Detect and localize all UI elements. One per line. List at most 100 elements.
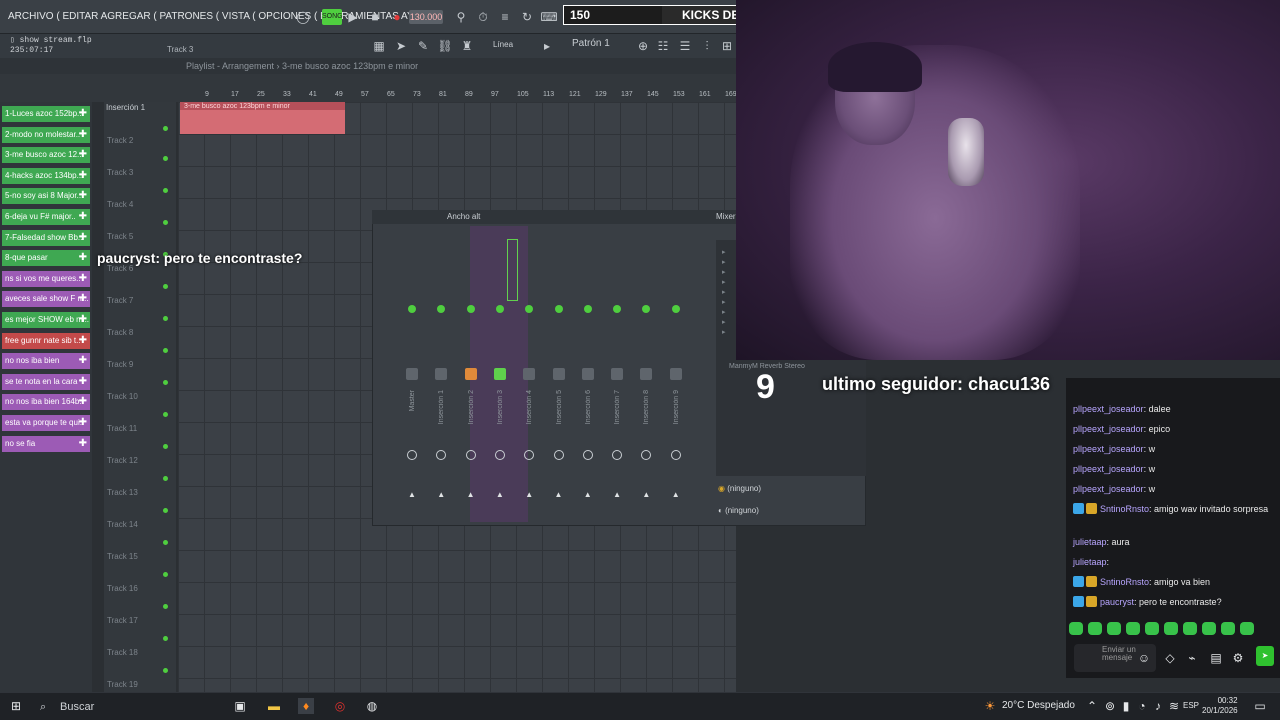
route-arrow-icon[interactable]: ▲: [437, 490, 445, 499]
fx-slot-arrow-icon[interactable]: ▸: [722, 328, 726, 336]
fx-slot-arrow-icon[interactable]: ▸: [722, 288, 726, 296]
mixer-strip[interactable]: Inserción 4 ▲: [517, 240, 543, 520]
track-mute-led[interactable]: [163, 316, 168, 321]
move-icon[interactable]: ✚: [79, 312, 87, 328]
play-icon[interactable]: ▶: [344, 9, 362, 25]
pattern-selector[interactable]: Patrón 1: [572, 38, 610, 49]
track-header[interactable]: Track 18: [107, 648, 138, 657]
fx-slot-arrow-icon[interactable]: ▸: [722, 248, 726, 256]
volume-fader[interactable]: [611, 368, 624, 380]
mixer-width-toggle[interactable]: Ancho alt: [447, 212, 480, 221]
track-header[interactable]: Track 11: [107, 424, 137, 433]
mixer-strip[interactable]: Inserción 7 ▲: [605, 240, 631, 520]
move-icon[interactable]: ✚: [79, 127, 87, 143]
move-icon[interactable]: ✚: [79, 209, 87, 225]
record-icon[interactable]: ●: [388, 9, 406, 25]
track-mute-led[interactable]: [163, 444, 168, 449]
pattern-item[interactable]: 5-no soy asi 8 Major.. ✚: [2, 188, 90, 205]
move-icon[interactable]: ✚: [79, 415, 87, 431]
route-arrow-icon[interactable]: ▲: [672, 490, 680, 499]
mixer-strip[interactable]: Inserción 8 ▲: [634, 240, 660, 520]
track-mute-led[interactable]: [163, 284, 168, 289]
fx-slot-arrow-icon[interactable]: ▸: [722, 318, 726, 326]
obs-icon[interactable]: ◍: [364, 698, 380, 714]
track-header[interactable]: Track 4: [107, 200, 133, 209]
track-header[interactable]: Track 13: [107, 488, 138, 497]
fl-studio-icon[interactable]: ♦: [298, 698, 314, 714]
route-arrow-icon[interactable]: ▲: [467, 490, 475, 499]
emote[interactable]: [1107, 622, 1121, 635]
stop-icon[interactable]: ■: [366, 9, 384, 25]
bits-icon[interactable]: ◇: [1162, 650, 1178, 666]
stereo-ring[interactable]: [524, 450, 535, 460]
track-mute-led[interactable]: [163, 412, 168, 417]
pattern-item[interactable]: se te nota en la cara ✚: [2, 373, 90, 390]
pattern-item[interactable]: no nos iba bien 164b.. ✚: [2, 394, 90, 411]
volume-fader[interactable]: [523, 368, 536, 380]
pattern-item[interactable]: 1-Luces azoc 152bp... ✚: [2, 106, 90, 122]
track-mute-led[interactable]: [163, 220, 168, 225]
emote[interactable]: [1183, 622, 1197, 635]
chat-username[interactable]: SntinoRnsto: [1100, 504, 1149, 514]
pattern-item[interactable]: ns si vos me queres.. ✚: [2, 270, 90, 287]
track-mute-led[interactable]: [163, 668, 168, 673]
pan-knob[interactable]: [671, 305, 680, 313]
move-icon[interactable]: ✚: [79, 436, 87, 452]
pan-knob[interactable]: [525, 305, 534, 313]
move-icon[interactable]: ✚: [79, 106, 87, 122]
move-icon[interactable]: ✚: [79, 291, 87, 307]
emote[interactable]: [1164, 622, 1178, 635]
chat-username[interactable]: SntinoRnsto: [1100, 577, 1149, 587]
mixer-strip[interactable]: Inserción 2 ▲: [459, 240, 485, 520]
tempo-display[interactable]: 130.000: [409, 10, 443, 24]
send-button[interactable]: ➤: [1256, 646, 1274, 666]
route-arrow-icon[interactable]: ▲: [408, 490, 416, 499]
route-arrow-icon[interactable]: ▲: [584, 490, 592, 499]
stereo-ring[interactable]: [407, 450, 417, 460]
wait-icon[interactable]: ⏱: [474, 9, 492, 25]
tray-app-icon[interactable]: ⊚: [1102, 698, 1118, 714]
volume-fader[interactable]: [435, 368, 448, 380]
pattern-item[interactable]: esta va porque te qui.. ✚: [2, 415, 90, 431]
recorder-icon[interactable]: ◎: [332, 698, 348, 714]
track-header[interactable]: Track 14: [107, 520, 138, 529]
pattern-item[interactable]: 4-hacks azoc 134bp... ✚: [2, 167, 90, 184]
move-icon[interactable]: ✚: [79, 374, 87, 390]
route-arrow-icon[interactable]: ▲: [496, 490, 504, 499]
pattern-item[interactable]: no nos iba bien ✚: [2, 353, 90, 370]
volume-icon[interactable]: ♪: [1150, 698, 1166, 714]
track-mute-led[interactable]: [163, 636, 168, 641]
pan-knob[interactable]: [583, 305, 592, 313]
track-1-header[interactable]: Inserción 1: [106, 103, 145, 112]
track-header[interactable]: Track 19: [107, 680, 138, 689]
pattern-item[interactable]: 8-que pasar ✚: [2, 250, 90, 267]
emote[interactable]: [1145, 622, 1159, 635]
track-mute-led[interactable]: [163, 126, 168, 131]
mixer-strip[interactable]: Inserción 1 ▲: [429, 240, 455, 520]
stereo-ring[interactable]: [670, 450, 681, 460]
taskbar-search[interactable]: ⌕ Buscar: [36, 697, 221, 717]
chat-username[interactable]: julietaap: [1073, 537, 1107, 547]
loop-icon[interactable]: ↻: [518, 9, 536, 25]
move-icon[interactable]: ✚: [79, 147, 87, 163]
emote-bar[interactable]: [1069, 622, 1259, 636]
track-header[interactable]: Track 9: [107, 360, 133, 369]
piano-icon[interactable]: ▦: [370, 38, 388, 54]
chat-username[interactable]: paucryst: [1100, 597, 1134, 607]
emote[interactable]: [1221, 622, 1235, 635]
metronome-icon[interactable]: ⚲: [452, 9, 470, 25]
language-indicator[interactable]: ESP: [1183, 701, 1199, 710]
mixer-strip[interactable]: Inserción 6 ▲: [576, 240, 602, 520]
store-icon[interactable]: ▤: [1208, 650, 1224, 666]
pattern-item[interactable]: 7-Falsedad show Bb.. ✚: [2, 229, 90, 246]
pattern-item[interactable]: 3-me busco azoc 12... ✚: [2, 147, 90, 164]
route-arrow-icon[interactable]: ▲: [525, 490, 533, 499]
volume-fader[interactable]: [464, 368, 477, 380]
pan-knob[interactable]: [466, 305, 475, 313]
track-header[interactable]: Track 15: [107, 552, 138, 561]
pan-knob[interactable]: [408, 305, 416, 313]
fx-slot-arrow-icon[interactable]: ▸: [722, 308, 726, 316]
fx-slot-arrow-icon[interactable]: ▸: [722, 268, 726, 276]
emoji-icon[interactable]: ☺: [1136, 650, 1152, 666]
emote[interactable]: [1088, 622, 1102, 635]
